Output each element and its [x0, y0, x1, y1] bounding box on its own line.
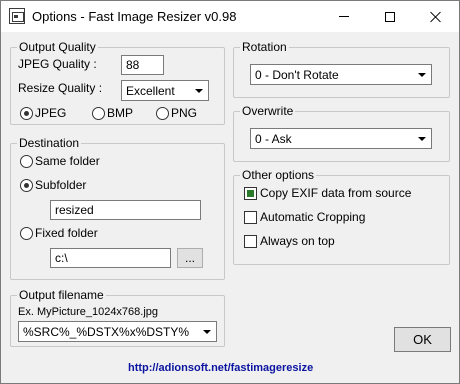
- rotation-title: Rotation: [240, 40, 289, 54]
- copy-exif-label: Copy EXIF data from source: [260, 186, 412, 200]
- format-label: PNG: [171, 106, 198, 120]
- output-filename-select[interactable]: %SRC%_%DSTX%x%DSTY%: [18, 321, 217, 342]
- checkbox-indicator: [244, 210, 257, 224]
- chevron-down-icon[interactable]: [198, 323, 215, 340]
- resize-quality-value: Excellent: [126, 84, 175, 98]
- maximize-button[interactable]: [367, 1, 413, 32]
- subfolder-label: Subfolder: [35, 178, 87, 192]
- format-radio-jpeg[interactable]: JPEG: [20, 105, 66, 121]
- chevron-down-icon[interactable]: [413, 66, 430, 83]
- same-folder-radio[interactable]: Same folder: [20, 153, 100, 169]
- close-icon: [430, 11, 442, 23]
- destination-title: Destination: [17, 136, 82, 150]
- website-link[interactable]: http://adionsoft.net/fastimageresize: [128, 362, 313, 374]
- minimize-button[interactable]: [321, 1, 367, 32]
- radio-indicator: [156, 106, 169, 120]
- options-window: Options - Fast Image Resizer v0.98 Outpu…: [0, 0, 460, 384]
- radio-indicator: [20, 226, 33, 240]
- close-button[interactable]: [413, 1, 459, 32]
- minimize-icon: [339, 16, 349, 17]
- output-filename-title: Output filename: [17, 288, 106, 302]
- copy-exif-checkbox[interactable]: Copy EXIF data from source: [244, 185, 411, 201]
- overwrite-value: 0 - Ask: [255, 132, 292, 146]
- radio-indicator: [20, 154, 33, 168]
- always-on-top-checkbox[interactable]: Always on top: [244, 233, 335, 249]
- browse-folder-button[interactable]: ...: [177, 248, 203, 268]
- output-quality-title: Output Quality: [17, 40, 98, 54]
- app-icon: [9, 8, 25, 24]
- overwrite-title: Overwrite: [240, 104, 296, 118]
- fixed-folder-label: Fixed folder: [35, 226, 98, 240]
- radio-indicator: [20, 106, 33, 120]
- rotation-select[interactable]: 0 - Don't Rotate: [250, 64, 432, 85]
- chevron-down-icon[interactable]: [190, 82, 207, 99]
- format-radio-bmp[interactable]: BMP: [92, 105, 133, 121]
- chevron-down-icon[interactable]: [413, 130, 430, 147]
- overwrite-select[interactable]: 0 - Ask: [250, 128, 432, 149]
- rotation-value: 0 - Don't Rotate: [255, 68, 339, 82]
- format-label: JPEG: [35, 106, 67, 120]
- title-bar[interactable]: Options - Fast Image Resizer v0.98: [1, 1, 459, 32]
- format-radio-png[interactable]: PNG: [156, 105, 197, 121]
- radio-indicator: [20, 178, 33, 192]
- same-folder-label: Same folder: [35, 154, 100, 168]
- resize-quality-label: Resize Quality :: [18, 81, 103, 95]
- automatic-cropping-checkbox[interactable]: Automatic Cropping: [244, 209, 365, 225]
- format-label: BMP: [107, 106, 134, 120]
- maximize-icon: [385, 11, 395, 22]
- window-title: Options - Fast Image Resizer v0.98: [32, 9, 237, 24]
- always-on-top-label: Always on top: [260, 234, 335, 248]
- jpeg-quality-input[interactable]: 88: [121, 55, 164, 75]
- fixed-folder-input[interactable]: c:\: [50, 248, 171, 268]
- output-filename-example: Ex. MyPicture_1024x768.jpg: [18, 306, 159, 318]
- subfolder-radio[interactable]: Subfolder: [20, 177, 86, 193]
- output-filename-value: %SRC%_%DSTX%x%DSTY%: [23, 325, 190, 339]
- jpeg-quality-label: JPEG Quality :: [18, 57, 97, 71]
- subfolder-input[interactable]: resized: [50, 200, 201, 220]
- checkbox-indicator: [244, 186, 257, 200]
- checkbox-indicator: [244, 234, 257, 248]
- fixed-folder-radio[interactable]: Fixed folder: [20, 225, 98, 241]
- resize-quality-select[interactable]: Excellent: [121, 80, 209, 101]
- other-options-title: Other options: [240, 168, 317, 182]
- ok-button[interactable]: OK: [394, 327, 451, 352]
- radio-indicator: [92, 106, 105, 120]
- automatic-cropping-label: Automatic Cropping: [260, 210, 366, 224]
